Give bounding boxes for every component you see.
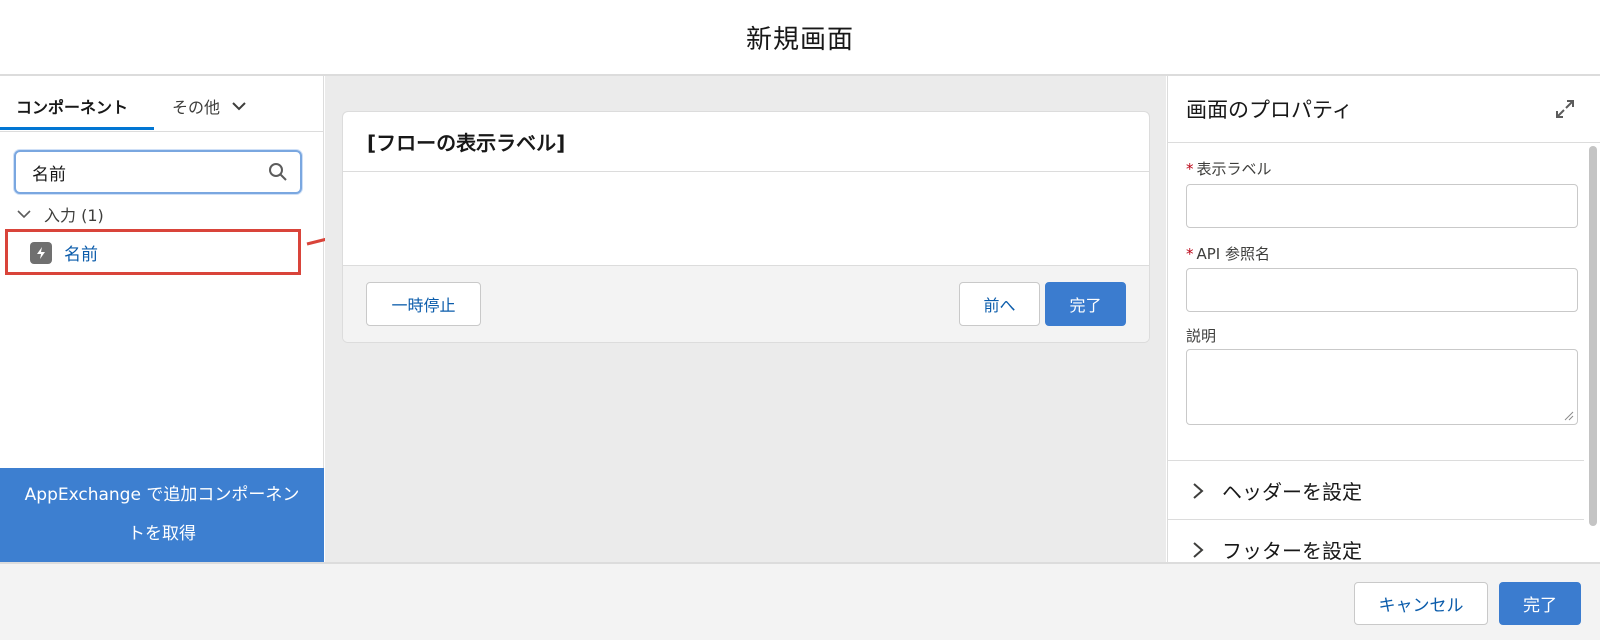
flow-canvas: [フローの表示ラベル] 一時停止 前へ 完了	[325, 76, 1166, 562]
label-field-input[interactable]	[1186, 184, 1578, 228]
components-panel: コンポーネント その他 名前 入力 (1) 名前 AppExchange で追加…	[0, 76, 324, 562]
expand-icon[interactable]	[1554, 98, 1576, 120]
footer-settings-section[interactable]: フッターを設定	[1168, 519, 1584, 562]
label-field-text: 表示ラベル	[1196, 160, 1272, 178]
screen-footer: 一時停止 前へ 完了	[343, 266, 1149, 342]
properties-scrollbar[interactable]	[1589, 146, 1597, 526]
chevron-down-icon	[17, 210, 31, 219]
pause-button[interactable]: 一時停止	[366, 282, 481, 326]
finish-button[interactable]: 完了	[1045, 282, 1126, 326]
search-input[interactable]: 名前	[14, 150, 302, 194]
tab-other[interactable]: その他	[172, 94, 248, 118]
properties-panel: 画面のプロパティ * 表示ラベル * API 参照名 説明 ヘッダーを設定 フッター…	[1167, 76, 1600, 562]
resize-grip-icon[interactable]	[1564, 411, 1574, 421]
description-textarea[interactable]	[1186, 349, 1578, 425]
cancel-button[interactable]: キャンセル	[1354, 582, 1488, 625]
chevron-down-icon	[232, 102, 246, 111]
lightning-icon	[30, 241, 52, 264]
modal-footer: キャンセル 完了	[0, 562, 1600, 640]
api-name-field-label: * API 参照名	[1186, 243, 1270, 264]
required-marker: *	[1186, 160, 1194, 178]
done-button[interactable]: 完了	[1499, 582, 1581, 625]
modal-header: 新規画面	[0, 0, 1600, 76]
component-item-name[interactable]: 名前	[30, 240, 98, 265]
label-field-label: * 表示ラベル	[1186, 158, 1272, 179]
group-label: 入力 (1)	[44, 206, 104, 225]
properties-title: 画面のプロパティ	[1186, 98, 1353, 122]
properties-header: 画面のプロパティ	[1168, 76, 1600, 143]
previous-button[interactable]: 前へ	[959, 282, 1040, 326]
api-name-field-text: API 参照名	[1196, 245, 1271, 263]
api-name-field-input[interactable]	[1186, 268, 1578, 312]
search-icon	[269, 163, 287, 181]
header-settings-section[interactable]: ヘッダーを設定	[1168, 460, 1584, 520]
footer-settings-label: フッターを設定	[1222, 539, 1362, 562]
screen-title: [フローの表示ラベル]	[343, 112, 1149, 172]
required-marker: *	[1186, 245, 1194, 263]
component-item-label: 名前	[64, 245, 98, 265]
tab-other-label: その他	[172, 98, 221, 117]
appexchange-button[interactable]: AppExchange で追加コンポーネントを取得	[0, 468, 324, 562]
modal-title: 新規画面	[745, 24, 854, 55]
search-value: 名前	[32, 164, 66, 185]
chevron-right-icon	[1193, 482, 1204, 499]
panel-tabs: コンポーネント その他	[0, 76, 323, 132]
header-settings-label: ヘッダーを設定	[1222, 480, 1362, 504]
active-tab-indicator	[0, 127, 154, 130]
screen-drop-area[interactable]	[343, 172, 1149, 266]
tab-components[interactable]: コンポーネント	[16, 94, 128, 118]
group-input[interactable]: 入力 (1)	[16, 202, 104, 226]
screen-preview[interactable]: [フローの表示ラベル] 一時停止 前へ 完了	[342, 111, 1150, 343]
description-field-label: 説明	[1186, 327, 1217, 345]
chevron-right-icon	[1193, 541, 1204, 558]
